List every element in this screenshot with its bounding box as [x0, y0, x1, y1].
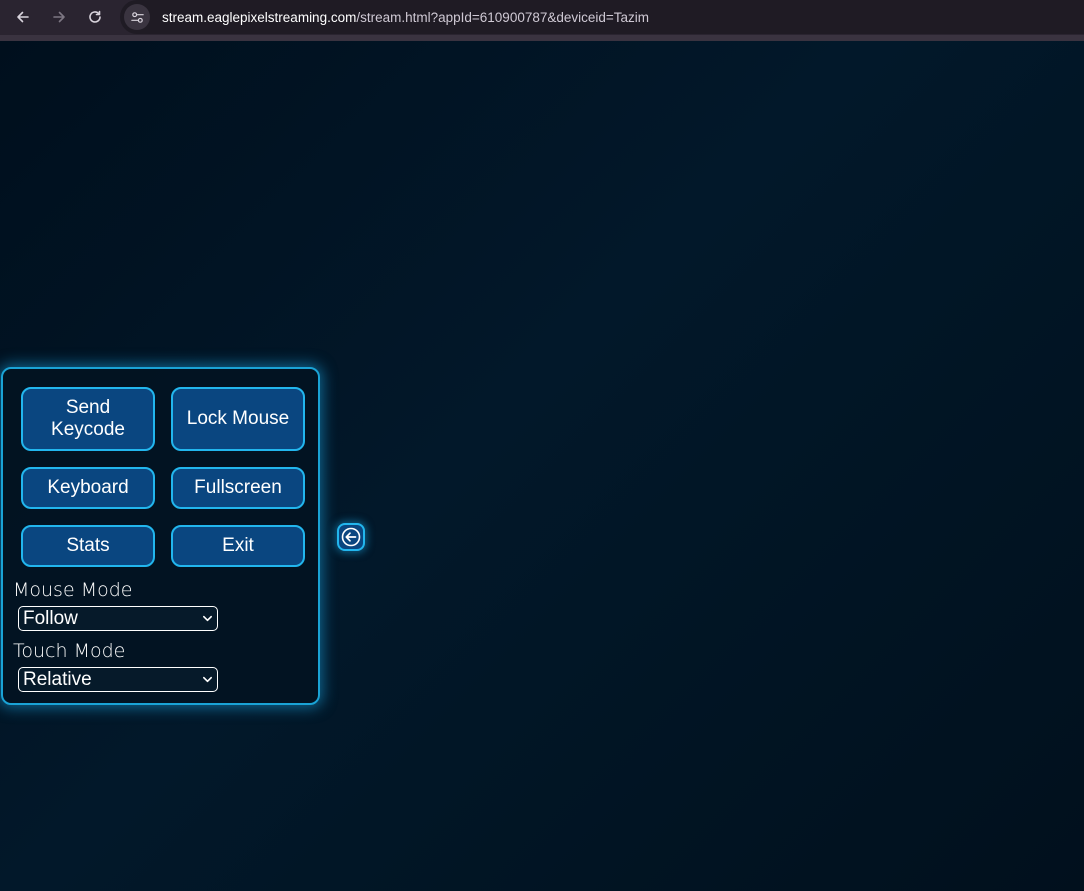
site-settings-icon[interactable] [124, 4, 150, 30]
mouse-mode-select[interactable]: Follow [18, 606, 218, 631]
stats-button[interactable]: Stats [21, 525, 155, 567]
touch-mode-value: Relative [23, 668, 92, 690]
keyboard-button[interactable]: Keyboard [21, 467, 155, 509]
address-bar[interactable]: stream.eaglepixelstreaming.com/stream.ht… [120, 0, 1084, 34]
mouse-mode-value: Follow [23, 607, 78, 629]
back-arrow-icon[interactable] [11, 5, 35, 29]
url-text: stream.eaglepixelstreaming.com/stream.ht… [162, 10, 649, 25]
send-keycode-line2: Keycode [51, 419, 125, 440]
exit-button[interactable]: Exit [171, 525, 305, 567]
browser-toolbar: stream.eaglepixelstreaming.com/stream.ht… [0, 0, 1084, 35]
mouse-mode-label: Mouse Mode [13, 579, 133, 601]
reload-icon[interactable] [83, 5, 107, 29]
touch-mode-label: Touch Mode [13, 640, 126, 662]
touch-mode-select[interactable]: Relative [18, 667, 218, 692]
fullscreen-button[interactable]: Fullscreen [171, 467, 305, 509]
control-panel: Send Keycode Lock Mouse Keyboard Fullscr… [1, 367, 320, 705]
forward-arrow-icon[interactable] [47, 5, 71, 29]
send-keycode-button[interactable]: Send Keycode [21, 387, 155, 451]
chevron-down-icon [203, 615, 212, 622]
arrow-left-circle-icon [341, 527, 361, 547]
url-host: stream.eaglepixelstreaming.com [162, 9, 357, 25]
lock-mouse-button[interactable]: Lock Mouse [171, 387, 305, 451]
chevron-down-icon [203, 676, 212, 683]
collapse-panel-button[interactable] [337, 523, 365, 551]
url-path: /stream.html?appId=610900787&deviceid=Ta… [356, 9, 650, 25]
send-keycode-line1: Send [65, 397, 111, 418]
